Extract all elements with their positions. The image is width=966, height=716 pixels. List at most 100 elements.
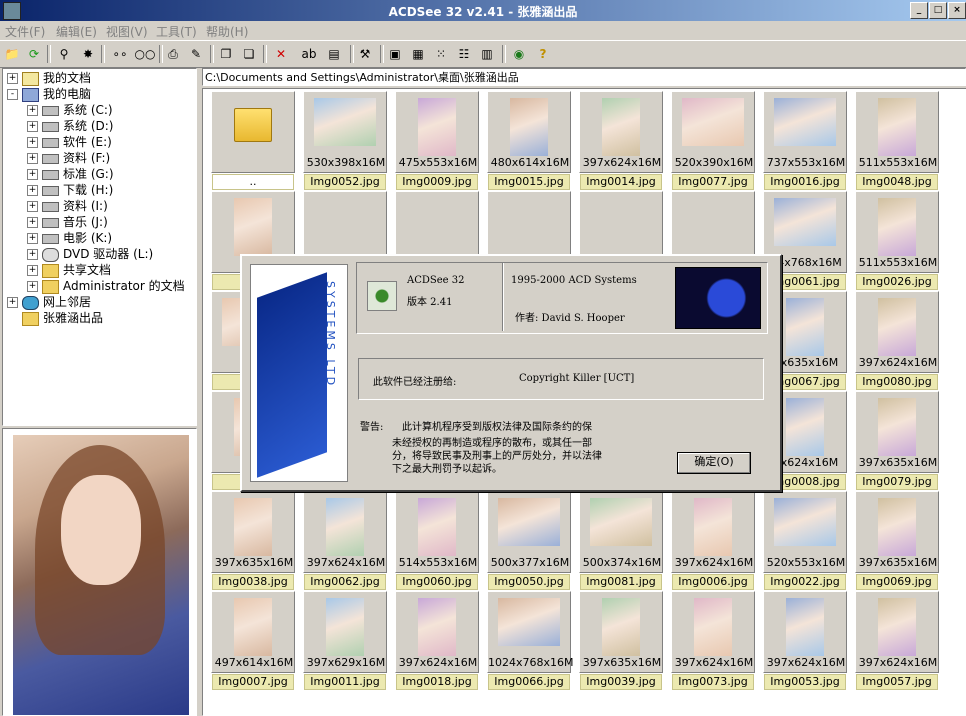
thumbnail-item[interactable]: 397x624x16M Img0053.jpg: [763, 591, 847, 690]
tree-item[interactable]: + 我的文档: [7, 70, 91, 86]
thumbnail-frame: 511x553x16M: [855, 91, 939, 173]
thumbnail-item[interactable]: 520x553x16M Img0022.jpg: [763, 491, 847, 590]
thumbnail-item[interactable]: 514x553x16M Img0060.jpg: [395, 491, 479, 590]
thumbnail-item[interactable]: 497x614x16M Img0007.jpg: [211, 591, 295, 690]
thumbnail-filename: Img0073.jpg: [672, 674, 754, 690]
menu-tools[interactable]: 工具(T): [156, 23, 197, 40]
large-icons-view-icon[interactable]: ▦: [409, 45, 427, 63]
thumbnail-item[interactable]: 737x553x16M Img0016.jpg: [763, 91, 847, 190]
thumbnail-image: [786, 598, 824, 656]
thumbnail-item[interactable]: 475x553x16M Img0009.jpg: [395, 91, 479, 190]
thumbnail-item[interactable]: 520x390x16M Img0077.jpg: [671, 91, 755, 190]
thumbnail-item[interactable]: 397x629x16M Img0011.jpg: [303, 591, 387, 690]
tree-item[interactable]: 张雅涵出品: [7, 310, 103, 326]
view-small-icon[interactable]: ∘∘: [108, 45, 132, 63]
thumbnail-item[interactable]: 397x635x16M Img0038.jpg: [211, 491, 295, 590]
thumbnail-item[interactable]: 397x624x16M Img0006.jpg: [671, 491, 755, 590]
folder-tree[interactable]: + 我的文档 - 我的电脑 + 系统 (C:) + 系统 (D:) + 软件 (E:) + 资料 (F…: [2, 68, 197, 426]
tree-item[interactable]: + 下载 (H:): [27, 182, 113, 198]
address-bar[interactable]: C:\Documents and Settings\Administrator\…: [202, 68, 966, 86]
tree-expander-icon[interactable]: +: [27, 217, 38, 228]
properties-icon[interactable]: ▤: [325, 45, 343, 63]
tree-expander-icon[interactable]: +: [27, 153, 38, 164]
thumbnails-view-icon[interactable]: ▣: [386, 45, 404, 63]
thumbnail-item[interactable]: 530x398x16M Img0052.jpg: [303, 91, 387, 190]
thumbnail-item[interactable]: 397x635x16M Img0069.jpg: [855, 491, 939, 590]
copy-icon[interactable]: ❐: [217, 45, 235, 63]
tree-expander-icon[interactable]: +: [27, 121, 38, 132]
small-icons-view-icon[interactable]: ⁙: [432, 45, 450, 63]
tree-expander-icon[interactable]: +: [7, 73, 18, 84]
thumbnail-item[interactable]: 397x635x16M Img0039.jpg: [579, 591, 663, 690]
rename-icon[interactable]: ab: [300, 45, 318, 63]
tree-item[interactable]: + Administrator 的文档: [27, 278, 185, 294]
thumbnail-item[interactable]: 397x624x16M Img0057.jpg: [855, 591, 939, 690]
favorite-star-icon[interactable]: ✸: [79, 45, 97, 63]
thumbnail-item[interactable]: 397x624x16M Img0073.jpg: [671, 591, 755, 690]
tree-item[interactable]: + 音乐 (J:): [27, 214, 108, 230]
thumbnail-item[interactable]: 1024x768x16M Img0066.jpg: [487, 591, 574, 690]
tree-item[interactable]: + 系统 (C:): [27, 102, 113, 118]
tree-item[interactable]: + 标准 (G:): [27, 166, 114, 182]
tree-expander-icon[interactable]: +: [27, 185, 38, 196]
thumbnail-item[interactable]: 397x624x16M Img0062.jpg: [303, 491, 387, 590]
delete-icon[interactable]: ✕: [272, 45, 290, 63]
thumbnail-item[interactable]: 397x624x16M Img0018.jpg: [395, 591, 479, 690]
menu-help[interactable]: 帮助(H): [206, 23, 248, 40]
tree-expander-icon[interactable]: +: [7, 297, 18, 308]
paste-icon[interactable]: ❏: [240, 45, 258, 63]
tree-item[interactable]: + DVD 驱动器 (L:): [27, 246, 153, 262]
thumbnail-item[interactable]: 397x624x16M Img0014.jpg: [579, 91, 663, 190]
slideshow-eye-icon[interactable]: ◉: [510, 45, 528, 63]
tree-expander-icon[interactable]: +: [27, 281, 38, 292]
tree-expander-icon[interactable]: -: [7, 89, 18, 100]
menu-view[interactable]: 视图(V): [106, 23, 148, 40]
ok-button[interactable]: 确定(O): [677, 452, 751, 474]
registered-label: 此软件已经注册给:: [373, 377, 457, 388]
tree-item[interactable]: + 资料 (F:): [27, 150, 110, 166]
tools-icon[interactable]: ⚒: [356, 45, 374, 63]
tree-item[interactable]: + 共享文档: [27, 262, 111, 278]
tree-item[interactable]: + 网上邻居: [7, 294, 91, 310]
tree-expander-icon[interactable]: +: [27, 265, 38, 276]
thumbnail-item[interactable]: 511x553x16M Img0026.jpg: [855, 191, 939, 290]
details-view-icon[interactable]: ▥: [478, 45, 496, 63]
thumbnail-dimensions: 397x635x16M: [582, 656, 662, 669]
tree-expander-icon[interactable]: +: [27, 201, 38, 212]
tree-item[interactable]: + 软件 (E:): [27, 134, 112, 150]
thumbnail-item[interactable]: ..: [211, 91, 295, 190]
thumbnail-item[interactable]: 511x553x16M Img0048.jpg: [855, 91, 939, 190]
tree-expander-icon[interactable]: +: [27, 137, 38, 148]
scan-icon[interactable]: ✎: [187, 45, 205, 63]
minimize-button[interactable]: _: [910, 2, 928, 19]
find-binoculars-icon[interactable]: ⚲: [55, 45, 73, 63]
view-large-icon[interactable]: ○○: [133, 45, 157, 63]
thumbnail-item[interactable]: 480x614x16M Img0015.jpg: [487, 91, 571, 190]
help-icon[interactable]: ?: [534, 45, 552, 63]
drive-icon: [42, 153, 59, 164]
close-button[interactable]: ×: [948, 2, 966, 19]
print-icon[interactable]: ⎙: [164, 45, 182, 63]
menu-file[interactable]: 文件(F): [5, 23, 45, 40]
folder-icon: [42, 279, 59, 294]
thumbnail-item[interactable]: 500x377x16M Img0050.jpg: [487, 491, 571, 590]
thumbnail-item[interactable]: 397x635x16M Img0079.jpg: [855, 391, 939, 490]
tree-item[interactable]: + 电影 (K:): [27, 230, 112, 246]
list-view-icon[interactable]: ☷: [455, 45, 473, 63]
tree-item[interactable]: + 资料 (I:): [27, 198, 108, 214]
tree-expander-icon[interactable]: +: [27, 105, 38, 116]
tree-item[interactable]: + 系统 (D:): [27, 118, 113, 134]
tree-expander-icon[interactable]: +: [27, 249, 38, 260]
tree-item[interactable]: - 我的电脑: [7, 86, 91, 102]
tree-expander-icon[interactable]: +: [27, 233, 38, 244]
refresh-icon[interactable]: ⟳: [25, 45, 43, 63]
thumbnail-image: [418, 98, 456, 156]
menu-edit[interactable]: 编辑(E): [56, 23, 97, 40]
maximize-button[interactable]: □: [929, 2, 947, 19]
thumbnail-dimensions: 397x635x16M: [858, 556, 938, 569]
up-folder-icon[interactable]: 📁: [3, 45, 21, 63]
toolbar-separator: [101, 45, 105, 63]
thumbnail-item[interactable]: 500x374x16M Img0081.jpg: [579, 491, 663, 590]
tree-expander-icon[interactable]: +: [27, 169, 38, 180]
thumbnail-item[interactable]: 397x624x16M Img0080.jpg: [855, 291, 939, 390]
